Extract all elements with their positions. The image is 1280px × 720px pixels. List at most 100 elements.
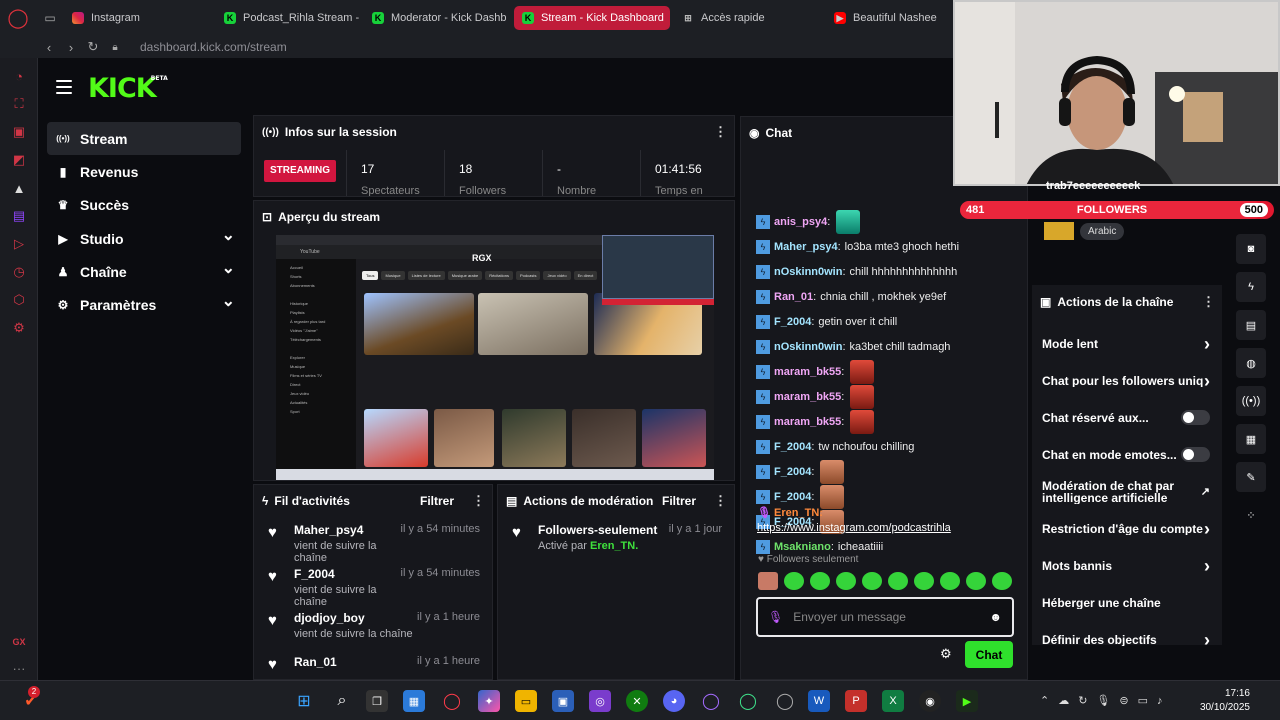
windows-start-icon[interactable]: ⊞ — [293, 690, 315, 712]
chat-message[interactable]: ϟ maram_bk55: — [756, 384, 1026, 409]
nav-item-studio[interactable]: ▶ Studio ⌄ — [47, 222, 241, 255]
xbox-icon[interactable]: ✕ — [626, 690, 648, 712]
channel-action[interactable]: Chat réservé aux... — [1032, 399, 1222, 436]
emote-picker-icon[interactable] — [992, 572, 1012, 590]
emote-picker-icon[interactable] — [914, 572, 934, 590]
history-icon[interactable]: ◷ — [0, 258, 38, 286]
chat-username[interactable]: maram_bk55 — [774, 391, 841, 403]
channel-action[interactable]: Définir des objectifs › — [1032, 621, 1222, 658]
camera-icon[interactable]: ◙ — [1236, 234, 1266, 264]
aria-icon[interactable]: ◔ — [0, 62, 38, 90]
chat-message[interactable]: ϟ F_2004: — [756, 459, 1026, 484]
kick-sidebar-icon[interactable]: ▲ — [0, 174, 38, 202]
chat-username[interactable]: nOskinn0win — [774, 341, 842, 353]
twitch-icon[interactable]: ▤ — [0, 202, 38, 230]
chat-settings-icon[interactable]: ⚙ — [940, 646, 952, 662]
channel-action[interactable]: Restriction d'âge du compte › — [1032, 510, 1222, 547]
chat-username[interactable]: F_2004 — [774, 441, 811, 453]
tab-3[interactable]: K Stream - Kick Dashboard — [514, 6, 670, 30]
opera-logo-icon[interactable]: ◯ — [0, 0, 36, 36]
opera-icon[interactable]: ◯ — [700, 690, 722, 712]
tab-2[interactable]: K Moderator - Kick Dashb — [364, 6, 510, 30]
settings-icon[interactable]: ⚙ — [0, 314, 38, 342]
activity-filter-button[interactable]: Filtrer — [420, 494, 454, 508]
pinned-user[interactable]: Eren_TN — [774, 507, 819, 519]
wrench-icon[interactable]: ✎ — [1236, 462, 1266, 492]
kick-logo[interactable]: KICK BETA — [88, 73, 168, 104]
app-icon[interactable]: ▦ — [403, 690, 425, 712]
pdf-icon[interactable]: P — [845, 690, 867, 712]
channel-action[interactable]: Chat pour les followers uniq › — [1032, 362, 1222, 399]
word-icon[interactable]: W — [808, 690, 830, 712]
player-icon[interactable]: ▷ — [0, 230, 38, 258]
moderation-item[interactable]: ♥ Followers-seulement Activé par Eren_TN. i… — [498, 517, 734, 561]
emote-picker-icon[interactable] — [862, 572, 882, 590]
more-options-icon[interactable]: ⋮ — [1202, 294, 1215, 310]
more-options-icon[interactable]: ⋮ — [714, 124, 727, 140]
chat-message[interactable]: ϟ maram_bk55: — [756, 409, 1026, 434]
app-icon[interactable]: ◎ — [589, 690, 611, 712]
activity-item[interactable]: ♥ djodjoy_boy vient de suivre la chaîne il … — [254, 605, 492, 649]
emote-picker-icon[interactable] — [888, 572, 908, 590]
channel-action[interactable]: Mode lent › — [1032, 325, 1222, 362]
nav-item-chaîne[interactable]: ♟ Chaîne ⌄ — [47, 256, 241, 289]
channel-action[interactable]: Mots bannis › — [1032, 547, 1222, 584]
task-view-icon[interactable]: ❐ — [366, 690, 388, 712]
chat-username[interactable]: F_2004 — [774, 491, 811, 503]
chat-username[interactable]: anis_psy4 — [774, 216, 827, 228]
file-explorer-icon[interactable]: ▭ — [515, 690, 537, 712]
activity-item[interactable]: ♥ F_2004 vient de suivre la chaîne il y a 5… — [254, 561, 492, 608]
extensions-icon[interactable]: ⬡ — [0, 286, 38, 314]
copilot-icon[interactable]: ✦ — [478, 690, 500, 712]
emoji-icon[interactable]: ☻ — [989, 610, 1002, 624]
layout-icon[interactable]: ▦ — [1236, 424, 1266, 454]
opera-icon[interactable]: ◯ — [737, 690, 759, 712]
opera-icon[interactable]: ◯ — [774, 690, 796, 712]
chat-username[interactable]: nOskinn0win — [774, 266, 842, 278]
tab-1[interactable]: K Podcast_Rihla Stream - — [216, 6, 360, 30]
tab-switcher-icon[interactable]: ▭ — [36, 0, 64, 36]
channel-action[interactable]: Modération de chat par intelligence arti… — [1032, 473, 1222, 510]
more-icon[interactable]: ··· — [0, 654, 38, 682]
activity-item[interactable]: ♥ Ran_01 il y a 1 heure — [254, 649, 492, 679]
more-options-icon[interactable]: ⋮ — [472, 493, 485, 509]
emote-picker-icon[interactable] — [784, 572, 804, 590]
moderation-filter-button[interactable]: Filtrer — [662, 495, 696, 507]
opera-gx-icon[interactable]: ◯ — [441, 690, 463, 712]
chat-message[interactable]: ϟ Maher_psy4: lo3ba mte3 ghoch hethi — [756, 234, 1026, 259]
nav-item-stream[interactable]: ((•)) Stream — [47, 122, 241, 155]
obs-icon[interactable]: ◉ — [919, 690, 941, 712]
nav-item-succès[interactable]: ♛ Succès — [47, 189, 241, 222]
clock[interactable]: 17:16 30/10/2025 — [1200, 687, 1250, 715]
excel-icon[interactable]: X — [882, 690, 904, 712]
toggle-switch[interactable] — [1181, 447, 1210, 462]
stream-preview-image[interactable]: YouTube Accueil Shorts Abonnements Historiq… — [276, 235, 714, 480]
chat-username[interactable]: Maher_psy4 — [774, 241, 838, 253]
pinned-link[interactable]: https://www.instagram.com/podcastrihla — [757, 522, 1027, 534]
emote-picker-icon[interactable] — [966, 572, 986, 590]
chat-message[interactable]: ϟ maram_bk55: — [756, 359, 1026, 384]
emote-picker-icon[interactable] — [836, 572, 856, 590]
tab-4[interactable]: ⊞ Accès rapide — [674, 6, 822, 30]
chat-bubble-icon[interactable]: ◍ — [1236, 348, 1266, 378]
mic-icon[interactable]: 🎙︎ — [768, 610, 783, 624]
messenger-icon[interactable]: ◩ — [0, 146, 38, 174]
discord-icon[interactable]: ◕ — [663, 690, 685, 712]
chat-username[interactable]: Msakniano — [774, 541, 831, 553]
more-options-icon[interactable]: ⋮ — [714, 494, 727, 507]
toggle-switch[interactable] — [1181, 410, 1210, 425]
nav-item-paramètres[interactable]: ⚙ Paramètres ⌄ — [47, 289, 241, 322]
store-icon[interactable]: ▣ — [552, 690, 574, 712]
nav-item-revenus[interactable]: ▮ Revenus — [47, 155, 241, 188]
chat-username[interactable]: maram_bk55 — [774, 416, 841, 428]
radio-icon[interactable]: ((•)) — [1236, 386, 1266, 416]
emote-picker-icon[interactable] — [940, 572, 960, 590]
search-icon[interactable]: ⌕ — [331, 690, 353, 712]
tab-0[interactable]: Instagram — [64, 6, 212, 30]
back-icon[interactable]: ‹ — [38, 40, 60, 55]
share-icon[interactable]: ⁘ — [1236, 500, 1266, 530]
chat-username[interactable]: maram_bk55 — [774, 366, 841, 378]
chat-input[interactable]: 🎙︎ Envoyer un message ☻ — [756, 597, 1014, 637]
chat-username[interactable]: F_2004 — [774, 466, 811, 478]
kick-app-icon[interactable]: ▶ — [956, 690, 978, 712]
